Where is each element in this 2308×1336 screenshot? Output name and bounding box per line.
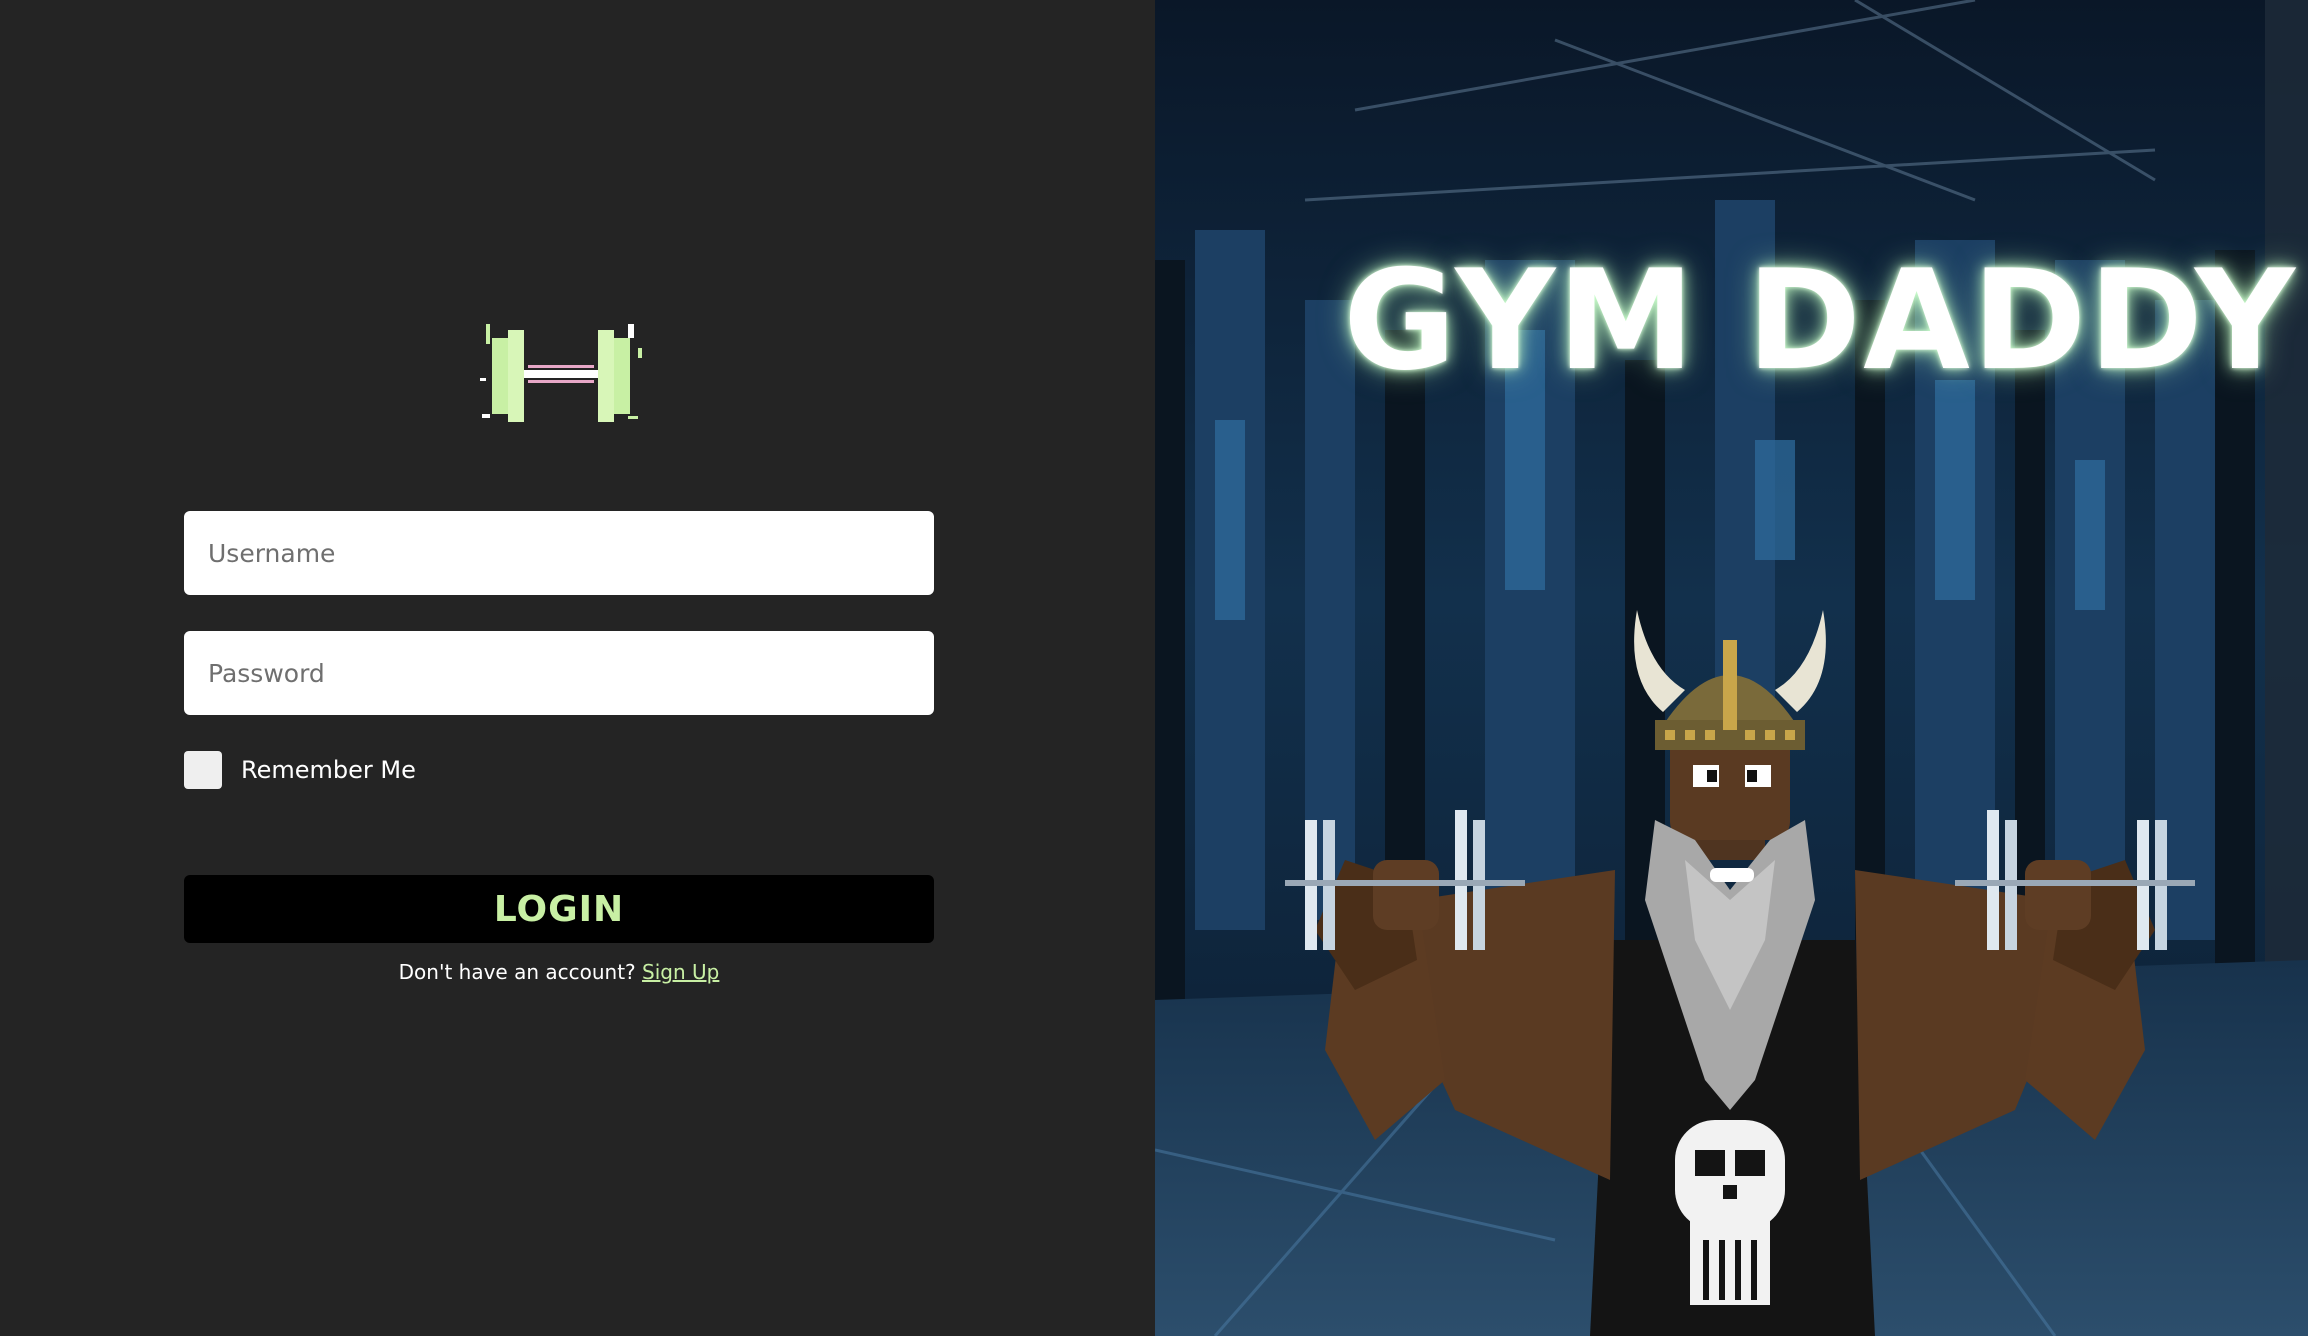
login-page: Remember Me LOGIN Don't have an account?… [0,0,2308,1336]
remember-me-row[interactable]: Remember Me [184,751,416,789]
username-input[interactable] [184,511,934,595]
hero-panel: GYM DADDY [1155,0,2308,1336]
signup-prompt-text: Don't have an account? [398,960,636,984]
remember-me-label: Remember Me [241,756,416,784]
login-button[interactable]: LOGIN [184,875,934,943]
signup-link[interactable]: Sign Up [642,960,719,984]
dumbbell-icon [480,324,642,422]
login-panel: Remember Me LOGIN Don't have an account?… [0,0,1155,1336]
remember-me-checkbox[interactable] [184,751,222,789]
hero-title: GYM DADDY [1343,240,2297,401]
password-input[interactable] [184,631,934,715]
viking-bodybuilder-illustration [1155,0,2308,1336]
signup-prompt: Don't have an account? Sign Up [184,960,934,984]
